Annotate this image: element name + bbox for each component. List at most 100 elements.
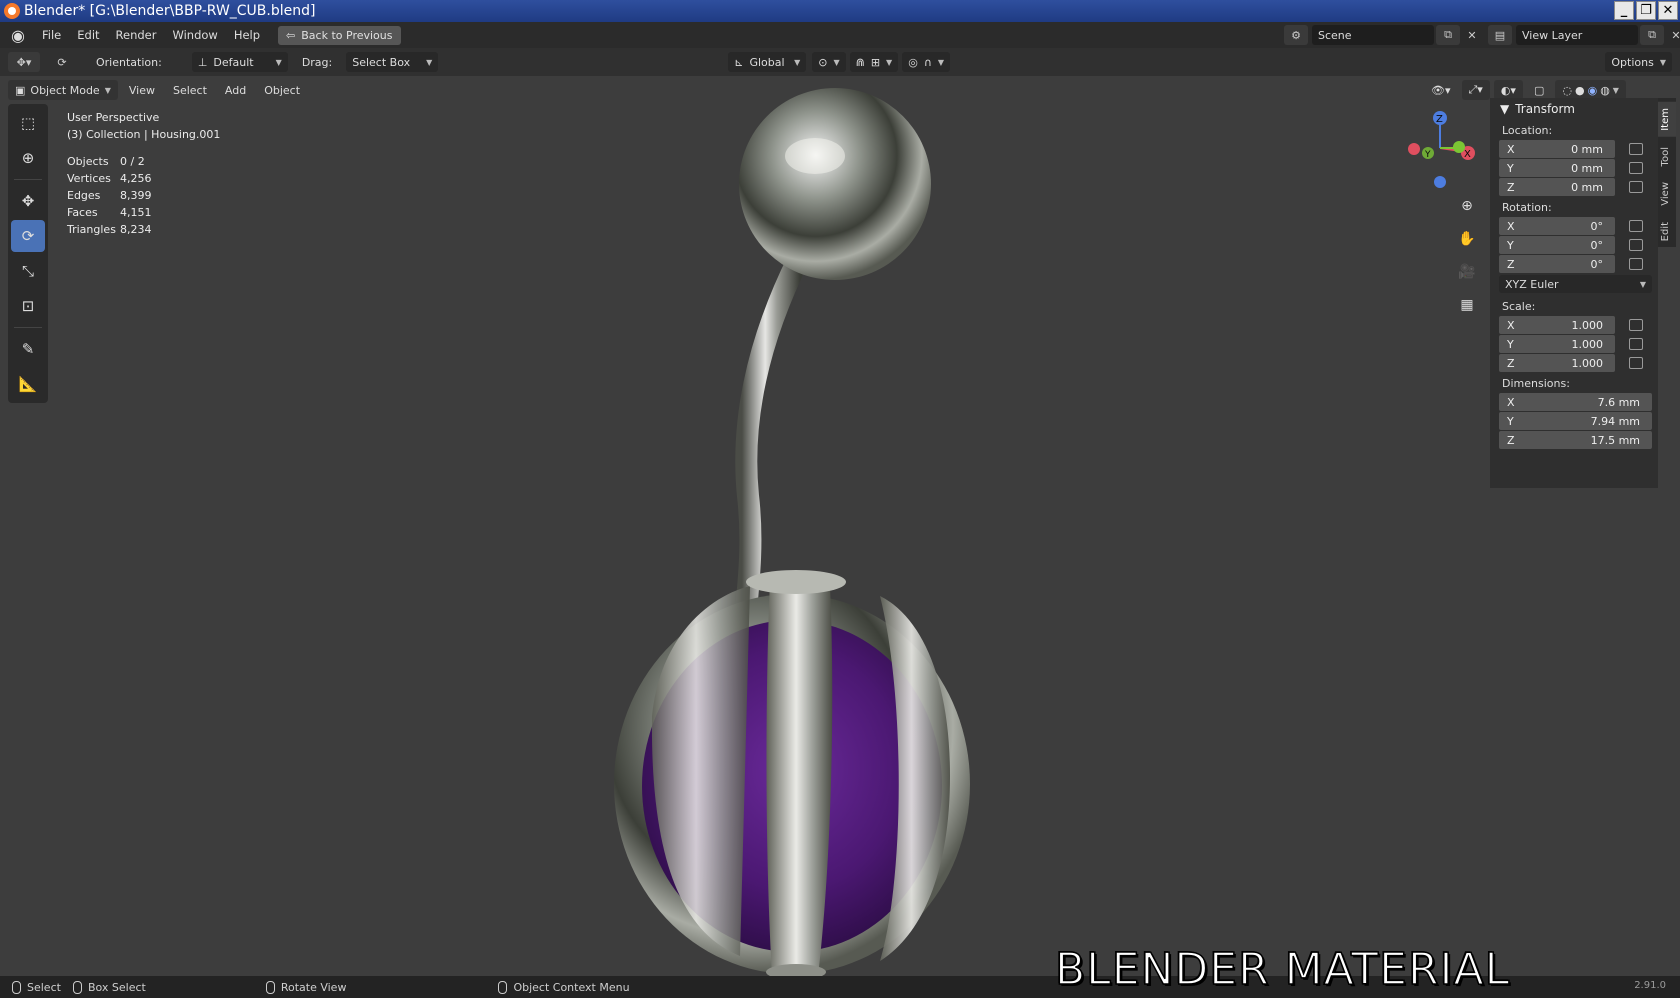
tab-edit[interactable]: Edit bbox=[1658, 216, 1676, 247]
lock-icon[interactable] bbox=[1629, 258, 1643, 270]
gizmo-x-label: X bbox=[1464, 149, 1471, 160]
new-scene-icon[interactable]: ⧉ bbox=[1436, 25, 1460, 45]
cursor-tool-icon[interactable]: ⊕ bbox=[11, 142, 45, 174]
material-preview-shading-icon[interactable]: ◉ bbox=[1588, 84, 1598, 97]
view-layer-field[interactable]: View Layer bbox=[1516, 25, 1638, 45]
lock-icon[interactable] bbox=[1629, 181, 1643, 193]
scale-y-field[interactable]: Y 1.000 bbox=[1499, 335, 1615, 353]
scale-tool-icon[interactable]: ⤡ bbox=[11, 255, 45, 287]
camera-view-icon[interactable]: 🎥 bbox=[1455, 260, 1479, 284]
ortho-grid-icon[interactable]: ▦ bbox=[1455, 293, 1479, 317]
view-layer-icon[interactable]: ▤ bbox=[1488, 25, 1512, 45]
active-tool-icon[interactable]: ⟳ bbox=[50, 52, 74, 72]
scene-type-icon[interactable]: ⚙ bbox=[1284, 25, 1308, 45]
new-view-layer-icon[interactable]: ⧉ bbox=[1640, 25, 1664, 45]
drag-value: Select Box bbox=[352, 55, 411, 69]
gizmo-neg-x-axis[interactable] bbox=[1408, 143, 1420, 155]
rotation-z-field[interactable]: Z 0° bbox=[1499, 255, 1615, 273]
scale-z-field[interactable]: Z 1.000 bbox=[1499, 354, 1615, 372]
lock-icon[interactable] bbox=[1629, 338, 1643, 350]
location-label: Location: bbox=[1502, 123, 1553, 137]
tab-item[interactable]: Item bbox=[1658, 102, 1676, 137]
field-value: 0° bbox=[1590, 257, 1604, 271]
tab-view[interactable]: View bbox=[1658, 176, 1676, 212]
stat-row: Objects 0 / 2 bbox=[67, 153, 220, 170]
gizmo-toggle-icon[interactable]: ⤢▾ bbox=[1461, 80, 1490, 100]
menu-window[interactable]: Window bbox=[164, 25, 225, 45]
select-box-tool-icon[interactable]: ⬚ bbox=[11, 107, 45, 139]
transform-title: Transform bbox=[1515, 102, 1575, 116]
rotation-z-row: Z 0° bbox=[1499, 255, 1658, 273]
viewport-menu-add[interactable]: Add bbox=[218, 80, 253, 100]
visibility-icon[interactable]: 👁▾ bbox=[1424, 80, 1458, 100]
object-mode-label: Object Mode bbox=[30, 83, 100, 97]
transform-tool-icon[interactable]: ⊡ bbox=[11, 290, 45, 322]
solid-shading-icon[interactable]: ● bbox=[1575, 84, 1585, 97]
annotate-tool-icon[interactable]: ✎ bbox=[11, 333, 45, 365]
gizmo-neg-z-axis[interactable] bbox=[1434, 176, 1446, 188]
close-button[interactable]: ✕ bbox=[1658, 1, 1678, 20]
navigation-gizmo[interactable]: Z X Y bbox=[1400, 106, 1480, 196]
blender-menu-icon[interactable]: ◉ bbox=[8, 25, 28, 45]
delete-view-layer-icon[interactable]: ✕ bbox=[1664, 25, 1680, 45]
rotation-mode-dropdown[interactable]: XYZ Euler ▼ bbox=[1499, 275, 1652, 293]
scale-x-field[interactable]: X 1.000 bbox=[1499, 316, 1615, 334]
back-to-previous-button[interactable]: ⇦ Back to Previous bbox=[278, 25, 401, 45]
tab-tool[interactable]: Tool bbox=[1658, 141, 1676, 172]
measure-tool-icon[interactable]: 📐 bbox=[11, 368, 45, 400]
menu-render[interactable]: Render bbox=[108, 25, 165, 45]
transform-orientation-dropdown[interactable]: ⊾ Global ▼ bbox=[728, 52, 807, 72]
dimensions-z-field[interactable]: Z 17.5 mm bbox=[1499, 431, 1652, 449]
dimensions-y-field[interactable]: Y 7.94 mm bbox=[1499, 412, 1652, 430]
pan-hand-icon[interactable]: ✋ bbox=[1455, 227, 1479, 251]
menu-file[interactable]: File bbox=[34, 25, 69, 45]
minimize-button[interactable]: _ bbox=[1614, 1, 1634, 20]
lock-icon[interactable] bbox=[1629, 220, 1643, 232]
rotate-tool-icon[interactable]: ⟳ bbox=[11, 220, 45, 252]
left-mouse-icon bbox=[12, 980, 21, 994]
location-z-field[interactable]: Z 0 mm bbox=[1499, 178, 1615, 196]
lock-icon[interactable] bbox=[1629, 143, 1643, 155]
lock-icon[interactable] bbox=[1629, 357, 1643, 369]
dimensions-x-field[interactable]: X 7.6 mm bbox=[1499, 393, 1652, 411]
menu-help[interactable]: Help bbox=[226, 25, 268, 45]
menu-edit[interactable]: Edit bbox=[69, 25, 107, 45]
viewport-menu-view[interactable]: View bbox=[122, 80, 162, 100]
snapping-dropdown[interactable]: ⋒ ⊞ ▼ bbox=[849, 52, 899, 72]
editor-type-icon[interactable]: ✥▾ bbox=[8, 52, 40, 72]
move-tool-icon[interactable]: ✥ bbox=[11, 185, 45, 217]
location-y-field[interactable]: Y 0 mm bbox=[1499, 159, 1615, 177]
gizmo-y-axis[interactable] bbox=[1453, 141, 1465, 153]
xray-toggle-icon[interactable]: ▢ bbox=[1527, 80, 1551, 100]
transform-panel-header[interactable]: ▼ Transform bbox=[1490, 98, 1658, 120]
delete-scene-icon[interactable]: ✕ bbox=[1460, 25, 1484, 45]
drag-dropdown[interactable]: Select Box ▼ bbox=[346, 52, 439, 72]
viewport-menu-select[interactable]: Select bbox=[166, 80, 214, 100]
stat-row: Edges 8,399 bbox=[67, 187, 220, 204]
global-axes-icon: ⊾ bbox=[734, 55, 744, 69]
view-layer-name: View Layer bbox=[1522, 28, 1583, 42]
rendered-shading-icon[interactable]: ◍ bbox=[1600, 84, 1610, 97]
lock-icon[interactable] bbox=[1629, 319, 1643, 331]
zoom-icon[interactable]: ⊕ bbox=[1455, 194, 1479, 218]
transform-orientation-value: Global bbox=[749, 55, 785, 69]
active-collection: (3) Collection | Housing.001 bbox=[67, 128, 221, 141]
pivot-point-dropdown[interactable]: ⊙ ▼ bbox=[812, 52, 846, 72]
restore-button[interactable]: ❐ bbox=[1636, 1, 1656, 20]
viewport-menu-object[interactable]: Object bbox=[257, 80, 307, 100]
scene-name-field[interactable]: Scene bbox=[1312, 25, 1434, 45]
proportional-editing-dropdown[interactable]: ◎ ∩ ▼ bbox=[902, 52, 951, 72]
chevron-down-icon[interactable]: ▼ bbox=[1613, 86, 1619, 95]
status-select: Select bbox=[12, 980, 61, 994]
rotation-y-field[interactable]: Y 0° bbox=[1499, 236, 1615, 254]
location-x-field[interactable]: X 0 mm bbox=[1499, 140, 1615, 158]
rotation-x-field[interactable]: X 0° bbox=[1499, 217, 1615, 235]
lock-icon[interactable] bbox=[1629, 162, 1643, 174]
3d-viewport[interactable]: ▣ Object Mode ▼ View Select Add Object 👁… bbox=[0, 76, 1680, 976]
object-mode-dropdown[interactable]: ▣ Object Mode ▼ bbox=[8, 80, 118, 100]
options-dropdown[interactable]: Options ▼ bbox=[1605, 52, 1672, 72]
wireframe-shading-icon[interactable]: ◌ bbox=[1562, 84, 1572, 97]
overlays-toggle-icon[interactable]: ◐▾ bbox=[1493, 80, 1523, 100]
lock-icon[interactable] bbox=[1629, 239, 1643, 251]
orientation-dropdown[interactable]: ⊥ Default ▼ bbox=[191, 52, 288, 72]
